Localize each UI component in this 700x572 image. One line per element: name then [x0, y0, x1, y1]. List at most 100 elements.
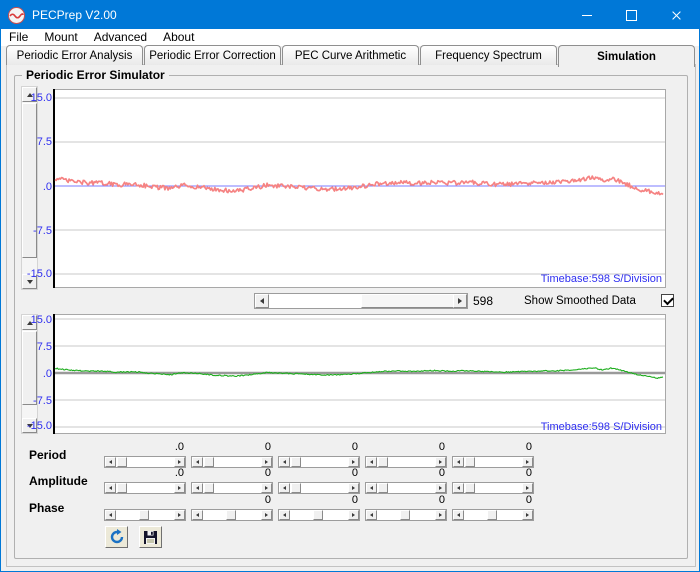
slider-thumb[interactable] [400, 510, 410, 520]
slider-left-arrow-icon[interactable] [453, 483, 464, 493]
maximize-button[interactable] [609, 1, 654, 29]
slider-left-arrow-icon[interactable] [453, 457, 464, 467]
slider-right-arrow-icon[interactable] [522, 510, 533, 520]
slider-left-arrow-icon[interactable] [192, 510, 203, 520]
slider-right-arrow-icon[interactable] [174, 457, 185, 467]
tab-periodic-error-correction[interactable]: Periodic Error Correction [144, 45, 281, 65]
smoothed-error-chart [53, 314, 666, 434]
slider-thumb[interactable] [291, 483, 301, 493]
slider-thumb[interactable] [226, 510, 236, 520]
chart2-timebase-label: Timebase:598 S/Division [53, 421, 662, 433]
slider-thumb[interactable] [204, 457, 214, 467]
chart2-ytick-0: .0 [21, 368, 52, 380]
amplitude-slider-2[interactable] [191, 482, 273, 494]
period-value-5: 0 [452, 441, 532, 453]
slider-right-arrow-icon[interactable] [522, 483, 533, 493]
phase-value-3: 0 [278, 494, 358, 506]
menu-file[interactable]: File [1, 29, 36, 46]
slider-right-arrow-icon[interactable] [261, 457, 272, 467]
slider-right-arrow-icon[interactable] [348, 510, 359, 520]
maximize-icon [626, 10, 637, 21]
slider-row-label-phase: Phase [29, 501, 64, 515]
window-controls [564, 1, 699, 29]
timebase-scrollbar[interactable] [254, 293, 468, 309]
phase-slider-2[interactable] [191, 509, 273, 521]
slider-thumb[interactable] [291, 457, 301, 467]
slider-right-arrow-icon[interactable] [435, 457, 446, 467]
amplitude-slider-3[interactable] [278, 482, 360, 494]
slider-left-arrow-icon[interactable] [279, 457, 290, 467]
show-smoothed-data-checkbox[interactable] [661, 294, 674, 307]
period-value-3: 0 [278, 441, 358, 453]
slider-left-arrow-icon[interactable] [279, 483, 290, 493]
slider-thumb[interactable] [139, 510, 149, 520]
amplitude-slider-1[interactable] [104, 482, 186, 494]
chart1-ytick--7.5: -7.5 [21, 225, 52, 237]
slider-thumb[interactable] [204, 483, 214, 493]
slider-right-arrow-icon[interactable] [522, 457, 533, 467]
slider-right-arrow-icon[interactable] [174, 483, 185, 493]
close-button[interactable] [654, 1, 699, 29]
slider-thumb[interactable] [378, 483, 388, 493]
timebase-value: 598 [473, 294, 493, 308]
menu-advanced[interactable]: Advanced [86, 29, 155, 46]
slider-row-label-amplitude: Amplitude [29, 474, 88, 488]
slider-left-arrow-icon[interactable] [279, 510, 290, 520]
timebase-scroll-thumb[interactable] [361, 294, 454, 308]
chart2-ytick--7.5: -7.5 [21, 395, 52, 407]
tab-pec-curve-arithmetic[interactable]: PEC Curve Arithmetic [282, 45, 419, 65]
slider-left-arrow-icon[interactable] [105, 457, 116, 467]
show-smoothed-data-label: Show Smoothed Data [524, 295, 636, 307]
menu-bar: File Mount Advanced About [1, 29, 699, 46]
slider-left-arrow-icon[interactable] [453, 510, 464, 520]
tab-periodic-error-analysis[interactable]: Periodic Error Analysis [6, 45, 143, 65]
slider-thumb[interactable] [117, 457, 127, 467]
phase-slider-5[interactable] [452, 509, 534, 521]
slider-thumb[interactable] [465, 457, 475, 467]
amplitude-value-4: 0 [365, 467, 445, 479]
slider-right-arrow-icon[interactable] [261, 510, 272, 520]
slider-right-arrow-icon[interactable] [261, 483, 272, 493]
slider-left-arrow-icon[interactable] [192, 457, 203, 467]
slider-right-arrow-icon[interactable] [348, 483, 359, 493]
slider-right-arrow-icon[interactable] [174, 510, 185, 520]
phase-slider-4[interactable] [365, 509, 447, 521]
amplitude-slider-5[interactable] [452, 482, 534, 494]
tab-simulation[interactable]: Simulation [558, 45, 695, 67]
slider-left-arrow-icon[interactable] [192, 483, 203, 493]
apply-simulation-button[interactable] [105, 526, 128, 548]
timebase-scroll-right-icon[interactable] [453, 294, 467, 308]
save-simulation-button[interactable] [139, 526, 162, 548]
amplitude-slider-4[interactable] [365, 482, 447, 494]
slider-right-arrow-icon[interactable] [435, 483, 446, 493]
app-window: PECPrep V2.00 File Mount Advanced About … [0, 0, 700, 572]
phase-slider-3[interactable] [278, 509, 360, 521]
period-value-4: 0 [365, 441, 445, 453]
app-icon [8, 7, 25, 24]
period-value-2: 0 [191, 441, 271, 453]
slider-thumb[interactable] [117, 483, 127, 493]
timebase-scroll-left-icon[interactable] [255, 294, 269, 308]
phase-value-2: 0 [191, 494, 271, 506]
slider-thumb[interactable] [465, 483, 475, 493]
slider-left-arrow-icon[interactable] [105, 483, 116, 493]
slider-right-arrow-icon[interactable] [435, 510, 446, 520]
phase-slider-1[interactable] [104, 509, 186, 521]
menu-mount[interactable]: Mount [36, 29, 85, 46]
minimize-button[interactable] [564, 1, 609, 29]
slider-right-arrow-icon[interactable] [348, 457, 359, 467]
amplitude-value-3: 0 [278, 467, 358, 479]
menu-about[interactable]: About [155, 29, 202, 46]
raw-error-chart [53, 89, 666, 288]
chart1-timebase-label: Timebase:598 S/Division [53, 273, 662, 285]
slider-thumb[interactable] [313, 510, 323, 520]
slider-thumb[interactable] [487, 510, 497, 520]
chart1-ytick-15: 15.0 [21, 92, 52, 104]
slider-thumb[interactable] [378, 457, 388, 467]
slider-left-arrow-icon[interactable] [366, 457, 377, 467]
tab-frequency-spectrum[interactable]: Frequency Spectrum [420, 45, 557, 65]
slider-left-arrow-icon[interactable] [366, 483, 377, 493]
slider-left-arrow-icon[interactable] [366, 510, 377, 520]
slider-left-arrow-icon[interactable] [105, 510, 116, 520]
amplitude-value-1: .0 [104, 467, 184, 479]
